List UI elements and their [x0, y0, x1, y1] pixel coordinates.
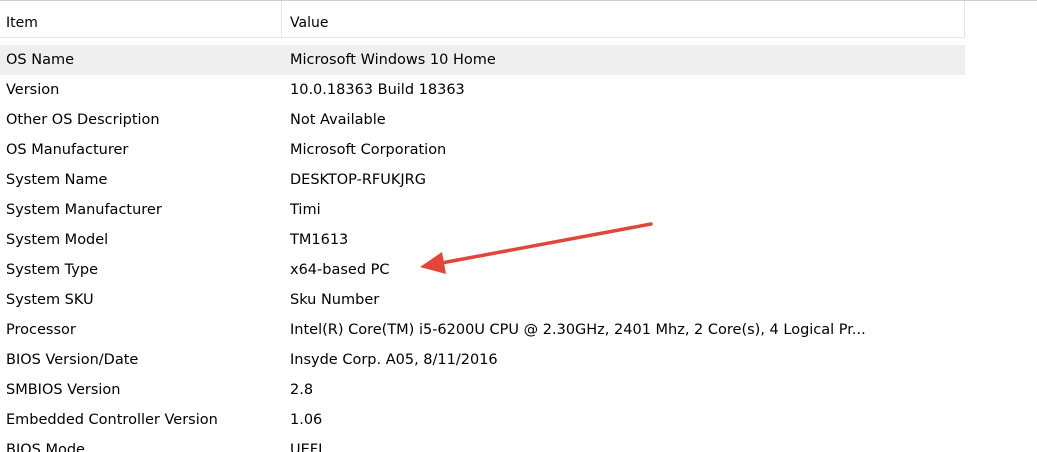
row-value: Microsoft Windows 10 Home [290, 52, 496, 68]
row-value: 10.0.18363 Build 18363 [290, 82, 465, 98]
column-header-value[interactable]: Value [290, 1, 960, 37]
row-item-label: System Name [6, 172, 108, 188]
row-item-label: System Type [6, 262, 98, 278]
row-item-label: Processor [6, 322, 76, 338]
row-item-label: Version [6, 82, 60, 98]
row-value: DESKTOP-RFUKJRG [290, 172, 426, 188]
list-row-version[interactable]: Version 10.0.18363 Build 18363 [0, 75, 965, 105]
row-item-label: BIOS Mode [6, 442, 85, 452]
row-item-label: SMBIOS Version [6, 382, 121, 398]
list-row-system-type[interactable]: System Type x64-based PC [0, 255, 965, 285]
row-item-label: OS Name [6, 52, 75, 68]
row-item-label: BIOS Version/Date [6, 352, 139, 368]
list-row-embedded-controller-version[interactable]: Embedded Controller Version 1.06 [0, 405, 965, 435]
row-item-label: System Manufacturer [6, 202, 162, 218]
row-value: Intel(R) Core(TM) i5-6200U CPU @ 2.30GHz… [290, 322, 866, 338]
row-value: Timi [290, 202, 321, 218]
row-value: Not Available [290, 112, 386, 128]
list-row-os-manufacturer[interactable]: OS Manufacturer Microsoft Corporation [0, 135, 965, 165]
row-value: 2.8 [290, 382, 314, 398]
row-value: UEFI [290, 442, 323, 452]
list-row-os-name[interactable]: OS Name Microsoft Windows 10 Home [0, 45, 965, 75]
column-divider[interactable] [281, 1, 282, 37]
system-summary-list[interactable]: OS Name Microsoft Windows 10 Home Version 1… [0, 45, 965, 452]
system-info-window: Item Value OS Name Microsoft Windows 10 H… [0, 0, 1037, 452]
list-row-bios-mode[interactable]: BIOS Mode UEFI [0, 435, 965, 452]
column-header-item[interactable]: Item [6, 1, 274, 37]
row-value: Sku Number [290, 292, 380, 308]
list-row-system-manufacturer[interactable]: System Manufacturer Timi [0, 195, 965, 225]
list-row-system-name[interactable]: System Name DESKTOP-RFUKJRG [0, 165, 965, 195]
row-item-label: System SKU [6, 292, 94, 308]
list-header: Item Value [0, 1, 965, 38]
list-row-bios-version-date[interactable]: BIOS Version/Date Insyde Corp. A05, 8/11/… [0, 345, 965, 375]
row-value: x64-based PC [290, 262, 390, 278]
column-divider-end[interactable] [964, 1, 965, 37]
row-value: 1.06 [290, 412, 323, 428]
row-value: TM1613 [290, 232, 349, 248]
list-row-smbios-version[interactable]: SMBIOS Version 2.8 [0, 375, 965, 405]
list-row-processor[interactable]: Processor Intel(R) Core(TM) i5-6200U CPU … [0, 315, 965, 345]
row-value: Microsoft Corporation [290, 142, 447, 158]
list-row-system-sku[interactable]: System SKU Sku Number [0, 285, 965, 315]
row-value: Insyde Corp. A05, 8/11/2016 [290, 352, 498, 368]
list-row-system-model[interactable]: System Model TM1613 [0, 225, 965, 255]
list-row-other-os-description[interactable]: Other OS Description Not Available [0, 105, 965, 135]
row-item-label: OS Manufacturer [6, 142, 129, 158]
row-item-label: System Model [6, 232, 109, 248]
row-item-label: Other OS Description [6, 112, 160, 128]
row-item-label: Embedded Controller Version [6, 412, 218, 428]
